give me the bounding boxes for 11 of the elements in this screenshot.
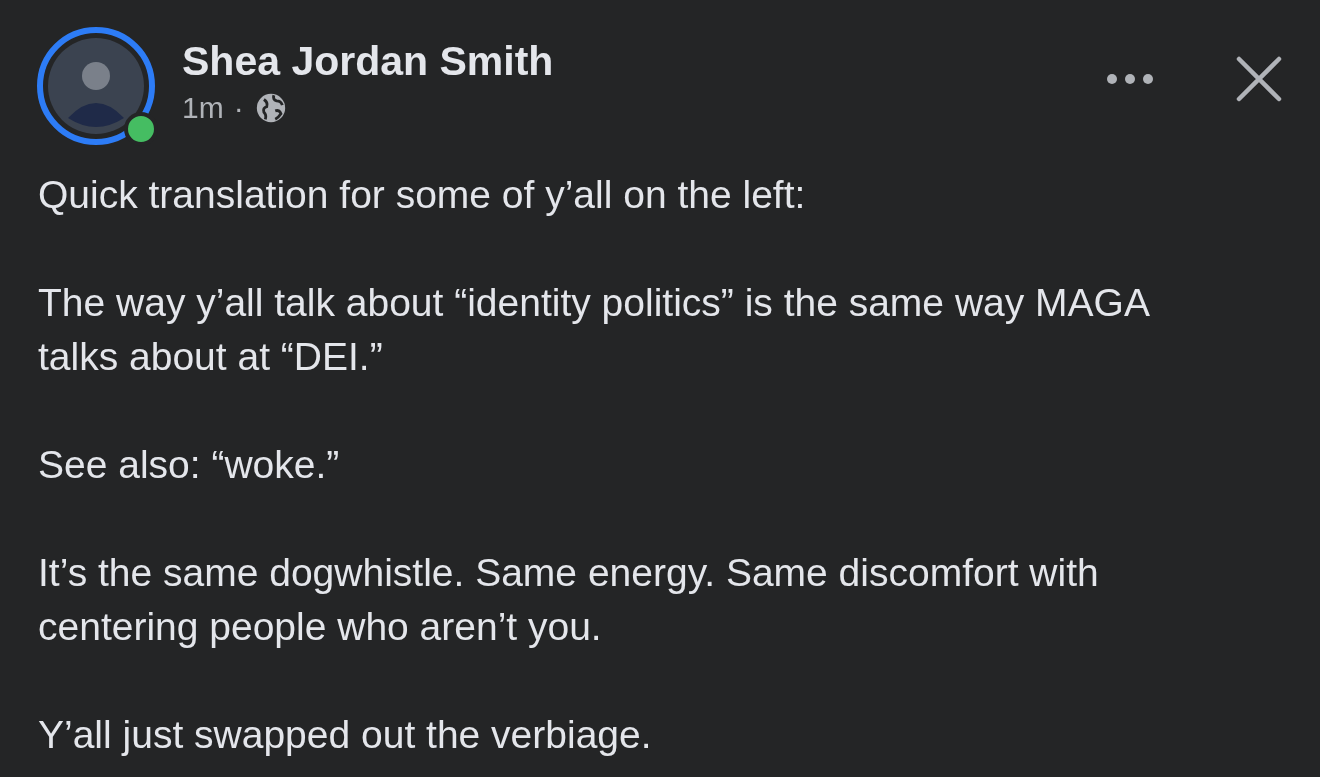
separator-dot: · — [233, 91, 244, 125]
post-paragraph: Y’all just swapped out the verbiage. — [38, 712, 653, 758]
author-name[interactable]: Shea Jordan Smith — [182, 38, 554, 85]
post-paragraph: It’s the same dogwhistle. Same energy. Same discomfort with centering people who aren’t you. — [38, 550, 1100, 650]
more-options-icon[interactable] — [1104, 72, 1156, 86]
post-paragraph: See also: “woke.” — [38, 442, 341, 488]
avatar-icon[interactable] — [36, 26, 156, 146]
post-paragraph: Quick translation for some of y’all on the left: — [38, 172, 807, 218]
close-icon[interactable] — [1236, 56, 1282, 102]
post-paragraph: The way y’all talk about “identity politics” is the same way MAGA talks about at “DEI.” — [38, 280, 1150, 380]
post-time[interactable]: 1m — [182, 91, 224, 125]
